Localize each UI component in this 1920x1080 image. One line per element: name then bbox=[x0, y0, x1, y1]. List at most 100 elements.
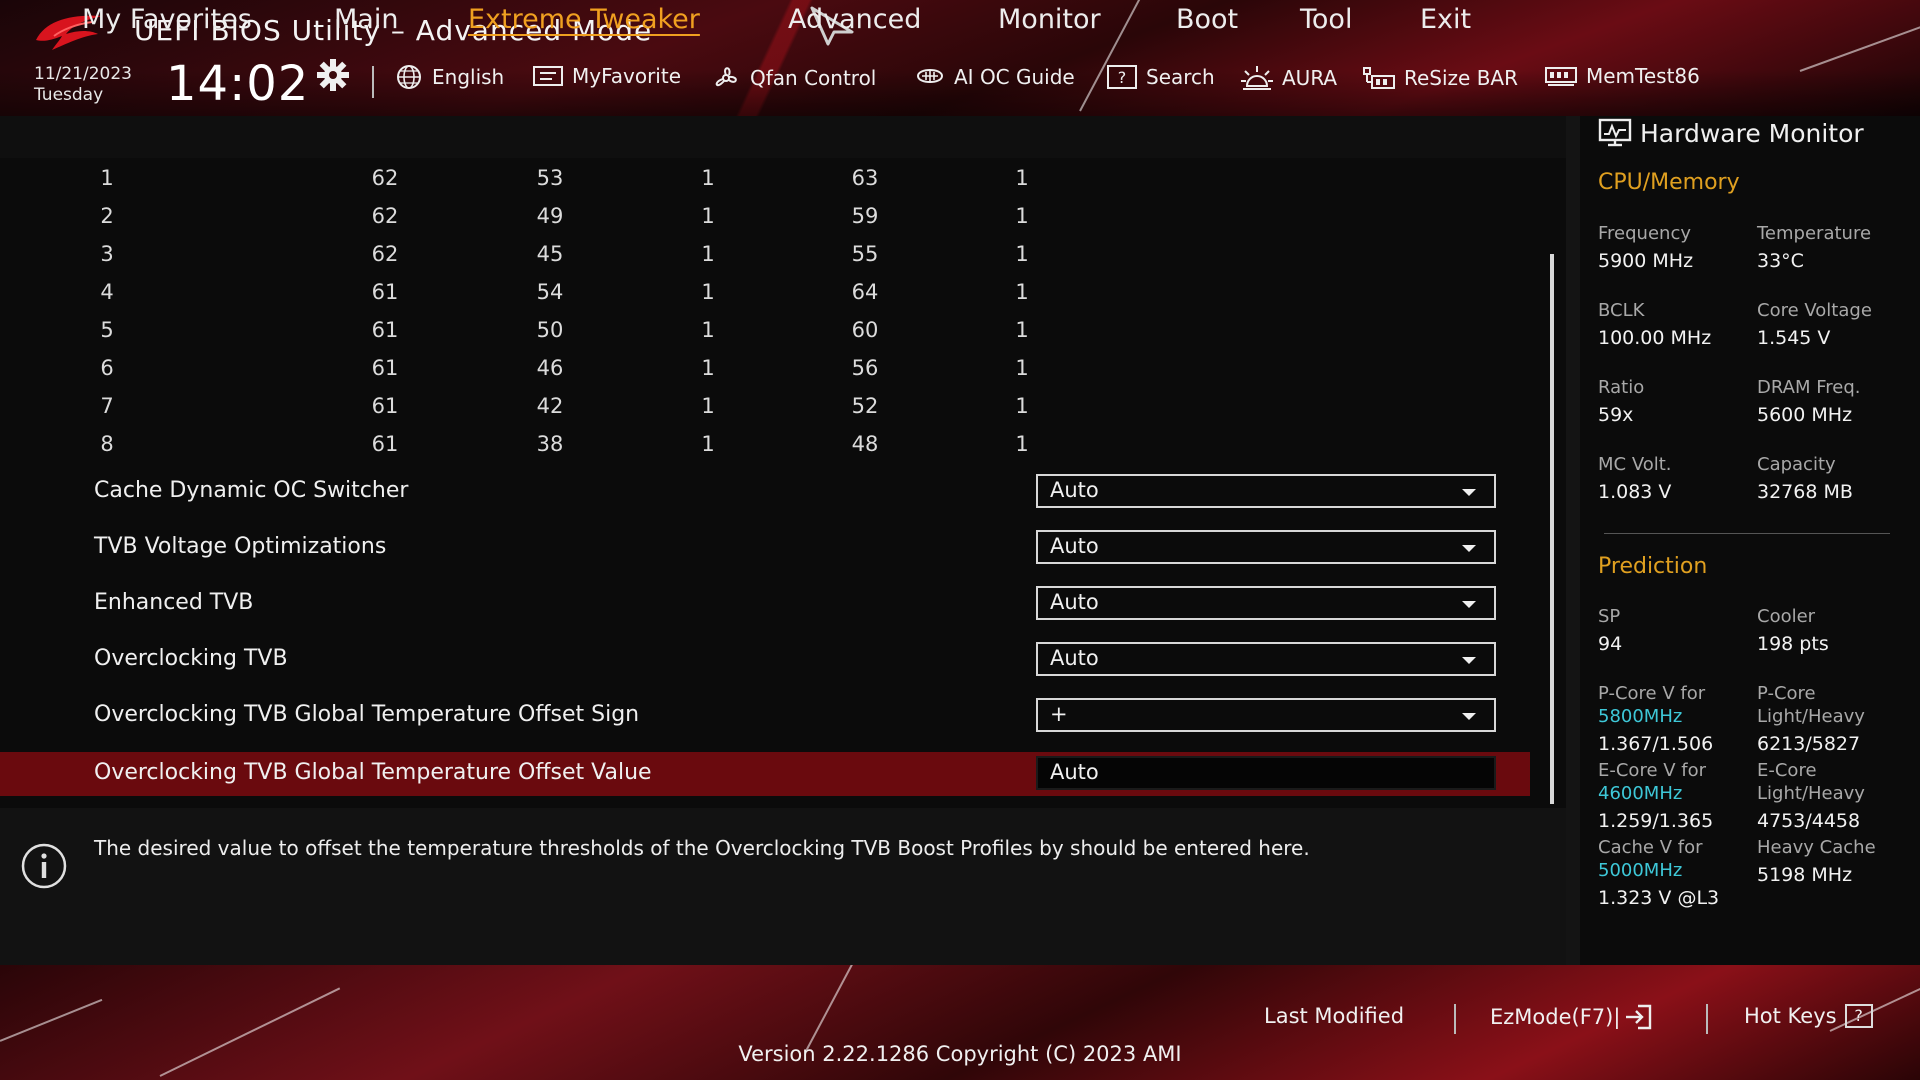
ratio-label: Ratio bbox=[1598, 377, 1645, 398]
toolbar-qfan-control[interactable]: Qfan Control bbox=[710, 64, 876, 92]
table-row: 6 61 46 1 56 1 bbox=[0, 356, 1530, 386]
tab-monitor[interactable]: Monitor bbox=[998, 4, 1101, 35]
tab-extreme-tweaker[interactable]: Extreme Tweaker bbox=[468, 4, 700, 35]
cooler-label: Cooler bbox=[1757, 606, 1816, 627]
table-cell: 42 bbox=[536, 394, 564, 418]
gear-icon[interactable] bbox=[316, 58, 350, 92]
ezmode-button[interactable]: EzMode(F7)| bbox=[1490, 1004, 1652, 1030]
aura-light-icon bbox=[1241, 66, 1273, 90]
tab-boot[interactable]: Boot bbox=[1176, 4, 1238, 35]
question-key-icon: ? bbox=[1844, 1004, 1873, 1028]
hardware-monitor-title: Hardware Monitor bbox=[1598, 118, 1864, 148]
table-cell: 45 bbox=[536, 242, 564, 266]
dropdown-caret-icon bbox=[1462, 657, 1476, 664]
monitor-icon bbox=[1598, 118, 1632, 147]
toolbar-resize-bar[interactable]: ReSize BAR bbox=[1362, 64, 1518, 92]
table-cell: 1 bbox=[1015, 394, 1029, 418]
temperature-value: 33°C bbox=[1757, 250, 1804, 272]
fan-icon bbox=[715, 67, 737, 87]
svg-text:?: ? bbox=[1118, 68, 1127, 87]
setting-label: Overclocking TVB Global Temperature Offs… bbox=[94, 702, 640, 727]
toolbar-memtest86[interactable]: MemTest86 bbox=[1544, 64, 1700, 88]
table-cell: 59 bbox=[851, 204, 879, 228]
ratio-value: 59x bbox=[1598, 404, 1634, 426]
pcore-light-heavy-value: 6213/5827 bbox=[1757, 733, 1861, 755]
table-cell: 48 bbox=[851, 432, 879, 456]
table-cell: 7 bbox=[100, 394, 114, 418]
table-cell: 6 bbox=[100, 356, 114, 380]
ecore-light-heavy-sublabel: Light/Heavy bbox=[1757, 783, 1865, 804]
bclk-value: 100.00 MHz bbox=[1598, 327, 1712, 349]
table-cell: 1 bbox=[1015, 432, 1029, 456]
setting-label: Enhanced TVB bbox=[94, 590, 254, 615]
table-row: 3 62 45 1 55 1 bbox=[0, 242, 1530, 272]
cache-v-frequency: 5000MHz bbox=[1598, 860, 1683, 881]
table-cell: 52 bbox=[851, 394, 879, 418]
mc-volt-value: 1.083 V bbox=[1598, 481, 1672, 503]
toolbar-search-label: Search bbox=[1146, 65, 1215, 89]
table-cell: 1 bbox=[701, 356, 715, 380]
table-cell: 56 bbox=[851, 356, 879, 380]
offset-value-input[interactable]: Auto bbox=[1036, 756, 1496, 790]
table-cell: 38 bbox=[536, 432, 564, 456]
tab-my-favorites[interactable]: My Favorites bbox=[82, 4, 252, 35]
table-cell: 54 bbox=[536, 280, 564, 304]
exit-arrow-icon bbox=[1626, 1004, 1652, 1030]
setting-row-offset-value[interactable]: Overclocking TVB Global Temperature Offs… bbox=[0, 752, 1530, 796]
dram-freq-label: DRAM Freq. bbox=[1757, 377, 1861, 398]
toolbar-ai-oc-guide[interactable]: AI OC Guide bbox=[914, 64, 1075, 90]
table-cell: 61 bbox=[371, 432, 399, 456]
clock-display: 14:02 bbox=[166, 56, 310, 112]
overclocking-tvb-select[interactable]: Auto bbox=[1036, 642, 1496, 676]
table-row: 1 62 53 1 63 1 bbox=[0, 166, 1530, 196]
last-modified-button[interactable]: Last Modified bbox=[1264, 1004, 1404, 1028]
toolbar-english[interactable]: English bbox=[394, 64, 504, 90]
table-cell: 1 bbox=[1015, 318, 1029, 342]
setting-row-offset-sign[interactable]: Overclocking TVB Global Temperature Offs… bbox=[0, 694, 1530, 738]
core-voltage-label: Core Voltage bbox=[1757, 300, 1872, 321]
hot-keys-button[interactable]: Hot Keys ? bbox=[1744, 1004, 1873, 1028]
enhanced-tvb-select[interactable]: Auto bbox=[1036, 586, 1496, 620]
table-cell: 1 bbox=[701, 280, 715, 304]
tab-main[interactable]: Main bbox=[334, 4, 398, 35]
tab-exit[interactable]: Exit bbox=[1420, 4, 1471, 35]
table-cell: 2 bbox=[100, 204, 114, 228]
mc-volt-label: MC Volt. bbox=[1598, 454, 1672, 475]
setting-row-tvb-voltage[interactable]: TVB Voltage Optimizations Auto bbox=[0, 526, 1530, 570]
setting-row-cache-dynamic-oc[interactable]: Cache Dynamic OC Switcher Auto bbox=[0, 470, 1530, 514]
table-cell: 62 bbox=[371, 204, 399, 228]
sp-value: 94 bbox=[1598, 633, 1623, 655]
setting-row-overclocking-tvb[interactable]: Overclocking TVB Auto bbox=[0, 638, 1530, 682]
pcore-v-label: P-Core V for bbox=[1598, 683, 1706, 704]
setting-row-enhanced-tvb[interactable]: Enhanced TVB Auto bbox=[0, 582, 1530, 626]
tab-tool[interactable]: Tool bbox=[1300, 4, 1352, 35]
table-cell: 4 bbox=[100, 280, 114, 304]
setting-label: Cache Dynamic OC Switcher bbox=[94, 478, 409, 503]
toolbar-search[interactable]: ? Search bbox=[1106, 64, 1215, 90]
toolbar-memtest86-label: MemTest86 bbox=[1586, 64, 1700, 88]
day-display: Tuesday bbox=[34, 85, 104, 105]
pcore-light-heavy-sublabel: Light/Heavy bbox=[1757, 706, 1865, 727]
tab-advanced[interactable]: Advanced bbox=[788, 4, 921, 35]
frequency-value: 5900 MHz bbox=[1598, 250, 1694, 272]
toolbar-myfavorite[interactable]: MyFavorite bbox=[532, 64, 681, 88]
toolbar-aura[interactable]: AURA bbox=[1240, 64, 1337, 92]
ezmode-label: EzMode(F7)| bbox=[1490, 1005, 1621, 1029]
dropdown-caret-icon bbox=[1462, 545, 1476, 552]
cache-dynamic-oc-select[interactable]: Auto bbox=[1036, 474, 1496, 508]
temperature-label: Temperature bbox=[1757, 223, 1872, 244]
tvb-voltage-select[interactable]: Auto bbox=[1036, 530, 1496, 564]
date-display: 11/21/2023 bbox=[34, 64, 132, 84]
help-bar bbox=[0, 808, 1566, 965]
dropdown-caret-icon bbox=[1462, 489, 1476, 496]
memory-icon bbox=[1545, 67, 1577, 86]
offset-sign-select[interactable]: + bbox=[1036, 698, 1496, 732]
dropdown-caret-icon bbox=[1462, 713, 1476, 720]
bclk-label: BCLK bbox=[1598, 300, 1645, 321]
cooler-value: 198 pts bbox=[1757, 633, 1829, 655]
table-cell: 62 bbox=[371, 166, 399, 190]
scrollbar[interactable] bbox=[1550, 254, 1554, 804]
setting-label: TVB Voltage Optimizations bbox=[94, 534, 387, 559]
dropdown-caret-icon bbox=[1462, 601, 1476, 608]
table-cell: 46 bbox=[536, 356, 564, 380]
